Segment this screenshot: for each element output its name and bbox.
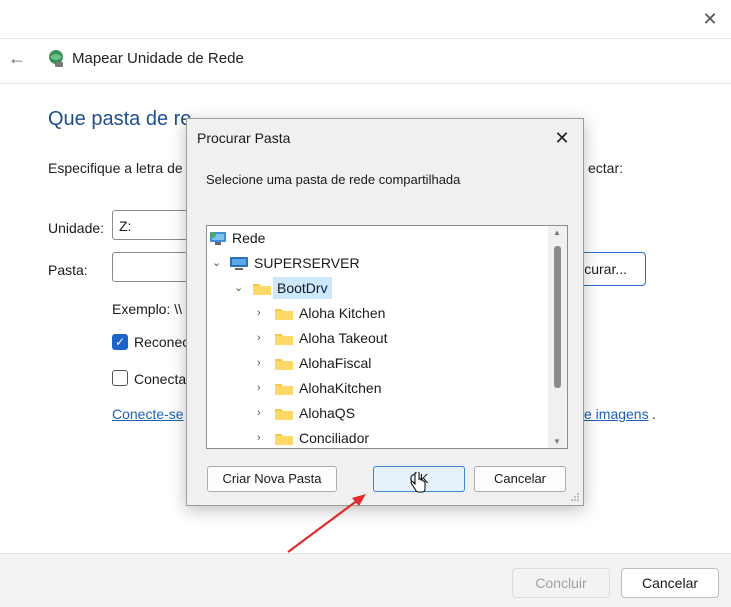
tree-item-alohafiscal[interactable]: › AlohaFiscal bbox=[207, 352, 547, 374]
reconnect-checkbox[interactable]: ✓ bbox=[112, 334, 128, 350]
tree-item-bootdrv[interactable]: ⌄ BootDrv bbox=[207, 277, 547, 299]
chevron-right-icon[interactable]: › bbox=[257, 402, 269, 424]
chevron-down-icon[interactable]: ⌄ bbox=[234, 277, 246, 299]
folder-icon bbox=[275, 434, 293, 445]
tree-item-conciliador[interactable]: › Conciliador bbox=[207, 427, 547, 448]
chevron-right-icon[interactable]: › bbox=[257, 352, 269, 374]
tree-item-label: AlohaQS bbox=[299, 405, 356, 421]
tree-item-label: SUPERSERVER bbox=[254, 255, 360, 271]
tree-item-aloha-kitchen[interactable]: › Aloha Kitchen bbox=[207, 302, 547, 324]
tree-scrollbar[interactable]: ▲ ▼ bbox=[548, 226, 567, 448]
annotation-arrow-icon bbox=[287, 494, 366, 553]
reconnect-label: Reconec bbox=[134, 334, 190, 350]
hand-cursor-icon bbox=[410, 472, 426, 493]
folder-path-input[interactable] bbox=[112, 252, 192, 282]
dialog-close-icon[interactable]: ✕ bbox=[551, 127, 573, 149]
wizard-footer: Concluir Cancelar bbox=[0, 553, 731, 607]
tree-item-rede[interactable]: Rede bbox=[207, 227, 547, 249]
network-icon bbox=[210, 232, 226, 245]
folder-icon bbox=[275, 409, 293, 420]
back-arrow-icon[interactable]: ← bbox=[8, 48, 28, 68]
chevron-right-icon[interactable]: › bbox=[257, 327, 269, 349]
wizard-header: ← Mapear Unidade de Rede bbox=[0, 38, 731, 84]
different-credentials-label: Conecta bbox=[134, 371, 187, 387]
close-icon[interactable]: ✕ bbox=[699, 8, 721, 30]
scroll-down-icon[interactable]: ▼ bbox=[553, 437, 561, 446]
dialog-title: Procurar Pasta bbox=[197, 130, 291, 146]
computer-icon bbox=[230, 257, 248, 270]
folder-icon bbox=[253, 284, 271, 295]
tree-item-aloha-takeout[interactable]: › Aloha Takeout bbox=[207, 327, 547, 349]
resize-grip-icon[interactable] bbox=[570, 492, 580, 502]
instructions-text: Especifique a letra de bbox=[48, 160, 183, 176]
different-credentials-checkbox[interactable] bbox=[112, 370, 128, 386]
folder-icon bbox=[275, 384, 293, 395]
cancel-button[interactable]: Cancelar bbox=[621, 568, 719, 598]
drive-letter-select[interactable]: Z: bbox=[112, 210, 190, 240]
tree-item-label: BootDrv bbox=[273, 277, 332, 299]
tree-item-label: Aloha Kitchen bbox=[299, 305, 386, 321]
folder-icon bbox=[275, 359, 293, 370]
tree-item-label: AlohaKitchen bbox=[299, 380, 382, 396]
network-drive-icon bbox=[49, 50, 63, 67]
tree-item-superserver[interactable]: ⌄ SUPERSERVER bbox=[207, 252, 547, 274]
chevron-right-icon[interactable]: › bbox=[257, 427, 269, 448]
tree-item-alohaqs[interactable]: › AlohaQS bbox=[207, 402, 547, 424]
scroll-up-icon[interactable]: ▲ bbox=[553, 228, 561, 237]
folder-icon bbox=[275, 309, 293, 320]
scroll-thumb[interactable] bbox=[554, 246, 561, 388]
tree-item-label: Aloha Takeout bbox=[299, 330, 388, 346]
chevron-right-icon[interactable]: › bbox=[257, 377, 269, 399]
folder-tree[interactable]: Rede ⌄ SUPERSERVER ⌄ BootDrv › Aloha Kit… bbox=[206, 225, 568, 449]
instructions-text-tail: ectar: bbox=[588, 160, 624, 176]
page-heading: Que pasta de re bbox=[48, 108, 192, 130]
connect-website-link-tail[interactable]: e imagens bbox=[584, 406, 649, 422]
chevron-down-icon[interactable]: ⌄ bbox=[212, 252, 224, 274]
chevron-right-icon[interactable]: › bbox=[257, 302, 269, 324]
drive-label: Unidade: bbox=[48, 220, 105, 236]
wizard-title: Mapear Unidade de Rede bbox=[72, 50, 244, 67]
tree-item-label: Conciliador bbox=[299, 430, 370, 446]
browse-folder-dialog: Procurar Pasta ✕ Selecione uma pasta de … bbox=[186, 118, 584, 506]
link-period: . bbox=[652, 406, 656, 422]
folder-label: Pasta: bbox=[48, 262, 88, 278]
dialog-cancel-button[interactable]: Cancelar bbox=[474, 466, 566, 492]
finish-button[interactable]: Concluir bbox=[512, 568, 610, 598]
connect-website-link[interactable]: Conecte-se bbox=[112, 406, 184, 422]
tree-item-alohakitchen[interactable]: › AlohaKitchen bbox=[207, 377, 547, 399]
tree-item-label: AlohaFiscal bbox=[299, 355, 372, 371]
folder-icon bbox=[275, 334, 293, 345]
dialog-prompt: Selecione uma pasta de rede compartilhad… bbox=[206, 172, 461, 187]
tree-item-label: Rede bbox=[232, 230, 266, 246]
example-text: Exemplo: \\ bbox=[112, 301, 183, 317]
